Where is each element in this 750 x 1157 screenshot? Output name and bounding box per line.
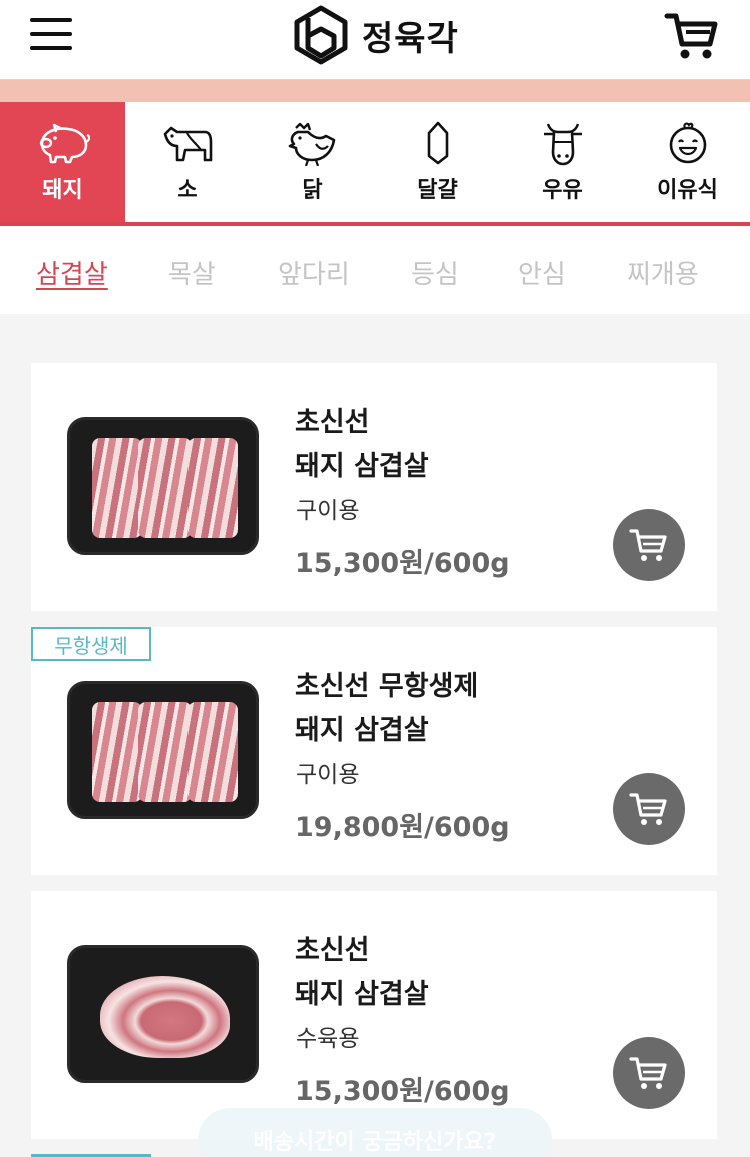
cart-icon [629,793,667,825]
cart-icon [629,529,667,561]
tab-ansim[interactable]: 안심 [518,254,566,291]
category-milk[interactable]: 우유 [500,102,625,222]
product-image[interactable] [67,681,259,819]
tab-deungsim[interactable]: 등심 [411,254,459,291]
tab-apdari[interactable]: 앞다리 [278,254,350,291]
product-card[interactable]: 무항생제 초신선 무항생제 돼지 삼겹살 구이용 19,800원/600g [31,627,717,875]
product-price: 19,800원/600g [295,812,510,843]
logo-hexagon-icon [294,5,348,65]
tab-samgyeopsal[interactable]: 삼겹살 [36,254,108,291]
category-egg[interactable]: 달걀 [375,102,500,222]
category-bar: 돼지 소 닭 달걀 우유 이유식 [0,102,750,226]
delivery-time-button[interactable]: 배송시간이 궁금하신가요? [198,1108,552,1157]
milk-cow-icon [543,123,582,166]
antibiotic-free-badge: 무항생제 [31,627,151,661]
cut-tabs: 삼겹살 목살 앞다리 등심 안심 찌개용 [0,226,750,314]
cart-icon[interactable] [664,8,720,64]
product-title[interactable]: 초신선 무항생제 돼지 삼겹살 [295,665,478,753]
category-beef[interactable]: 소 [125,102,250,222]
brand-name: 정육각 [362,18,459,59]
category-pork[interactable]: 돼지 [0,102,125,222]
pig-icon [39,123,90,164]
top-header: 정육각 [0,0,750,80]
product-title[interactable]: 초신선 돼지 삼겹살 [295,929,429,1017]
category-baby-food[interactable]: 이유식 [625,102,750,222]
tab-jjigae[interactable]: 찌개용 [627,254,699,291]
category-chicken[interactable]: 닭 [250,102,375,222]
brand-logo[interactable]: 정육각 [290,2,459,68]
add-to-cart-button[interactable] [613,1037,685,1109]
product-title[interactable]: 초신선 돼지 삼겹살 [295,401,429,489]
promo-banner[interactable] [0,80,750,102]
product-image[interactable] [67,417,259,555]
cart-icon [629,1057,667,1089]
product-usage: 구이용 [296,762,360,788]
add-to-cart-button[interactable] [613,773,685,845]
baby-icon [669,122,706,164]
cow-icon [163,126,212,162]
product-card[interactable]: 초신선 돼지 삼겹살 수육용 15,300원/600g [31,891,717,1139]
product-usage: 수육용 [296,1026,360,1052]
product-image[interactable] [67,945,259,1083]
menu-icon[interactable] [30,16,74,56]
product-price: 15,300원/600g [295,1076,510,1107]
product-card[interactable]: 초신선 돼지 삼겹살 구이용 15,300원/600g [31,363,717,611]
egg-icon [427,121,448,165]
product-usage: 구이용 [296,498,360,524]
add-to-cart-button[interactable] [613,509,685,581]
product-price: 15,300원/600g [295,548,510,579]
tab-moksal[interactable]: 목살 [168,254,216,291]
chicken-icon [288,122,335,166]
